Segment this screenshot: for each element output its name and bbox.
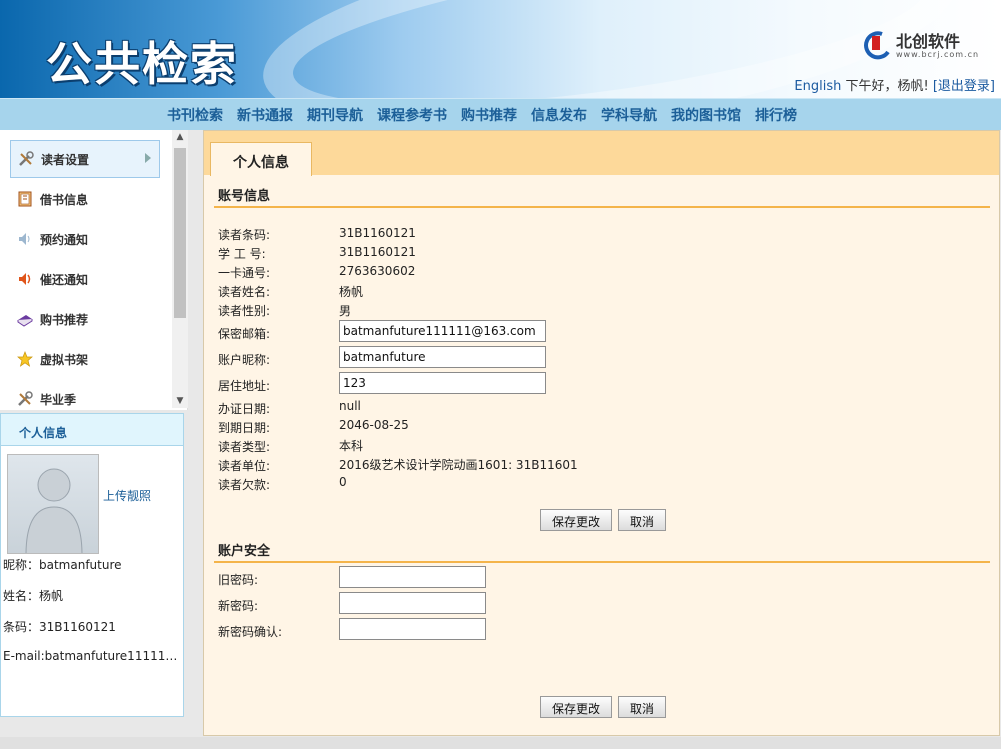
sidebar-item-virtual-shelf[interactable]: 虚拟书架 [10,340,160,378]
sidebar-item-reader-settings[interactable]: 读者设置 [10,140,160,178]
nav-item-search[interactable]: 书刊检索 [167,105,223,125]
confirm-password-field[interactable] [339,618,486,640]
main-content: 个人信息 账号信息 读者条码: 31B1160121 学 工 号: 31B116… [203,130,1000,736]
tab-bar: 个人信息 [204,131,999,176]
tools-icon [16,390,34,408]
sidebar-item-borrow-info[interactable]: 借书信息 [10,180,160,218]
nav-item-subject-nav[interactable]: 学科导航 [601,105,657,125]
scroll-up-icon[interactable]: ▲ [175,132,185,142]
profile-barcode: 条码：31B1160121 [3,620,116,634]
sidebar-item-label: 毕业季 [40,392,77,407]
label-card: 一卡通号: [218,266,271,280]
value-reader-type: 本科 [339,439,364,453]
site-title: 公共检索 [46,37,238,91]
user-bar: English 下午好，杨帆! [退出登录] [794,75,995,94]
sidebar-item-book-recommend[interactable]: 购书推荐 [10,300,160,338]
profile-email: E-mail:batmanfuture111111... [3,649,181,663]
english-link[interactable]: English [794,79,841,94]
value-expire-date: 2046-08-25 [339,418,409,432]
speaker-icon [16,230,34,248]
brand-logo: 北创软件 www.bcrj.com.cn [860,28,980,64]
brand-logo-icon [864,31,890,60]
tools-icon [17,150,35,168]
sidebar-item-reservation[interactable]: 预约通知 [10,220,160,258]
nav-item-new-books[interactable]: 新书通报 [237,105,293,125]
loud-speaker-icon [16,270,34,288]
sidebar-item-label: 虚拟书架 [40,352,89,367]
bottom-strip [0,737,1001,749]
email-field[interactable] [339,320,546,342]
nav-item-my-library[interactable]: 我的图书馆 [671,105,741,125]
sidebar-item-label: 预约通知 [40,232,89,247]
label-nickname: 账户昵称: [218,353,271,367]
nav-item-rankings[interactable]: 排行榜 [755,105,797,125]
label-debt: 读者欠款: [218,478,271,492]
sidebar-menu: 读者设置 借书信息 预约通知 催还通知 购书推荐 虚拟书架 毕业季 [0,130,188,410]
brand-url: www.bcrj.com.cn [896,50,980,59]
save-password-button[interactable]: 保存更改 [540,696,612,718]
sidebar-scrollbar[interactable]: ▲ ▼ [172,130,188,408]
label-name: 读者姓名: [218,285,271,299]
label-address: 居住地址: [218,379,271,393]
upload-photo-link[interactable]: 上传靓照 [103,487,151,504]
scroll-down-icon[interactable]: ▼ [175,396,185,406]
sidebar-item-overdue[interactable]: 催还通知 [10,260,160,298]
nav-item-course-books[interactable]: 课程参考书 [377,105,447,125]
section-title-security: 账户安全 [218,544,271,559]
tab-personal-info[interactable]: 个人信息 [210,142,312,176]
nav-item-purchase-recommend[interactable]: 购书推荐 [461,105,517,125]
section-divider [214,206,990,208]
section-divider [214,561,990,563]
sidebar-item-label: 借书信息 [40,192,89,207]
avatar [7,454,99,554]
star-icon [16,350,34,368]
sidebar-item-label: 购书推荐 [40,312,89,327]
cancel-password-button[interactable]: 取消 [618,696,666,718]
scrollbar-thumb[interactable] [174,148,186,318]
new-password-field[interactable] [339,592,486,614]
value-debt: 0 [339,475,347,489]
nav-item-journals[interactable]: 期刊导航 [307,105,363,125]
profile-panel-title: 个人信息 [1,414,183,446]
default-avatar-icon [25,468,83,553]
logout-link[interactable]: [退出登录] [933,79,995,94]
profile-name: 姓名：杨帆 [3,589,64,603]
value-name: 杨帆 [339,285,364,299]
label-email: 保密邮箱: [218,327,271,341]
old-password-field[interactable] [339,566,486,588]
label-new-password: 新密码: [218,599,259,613]
nav-item-announcements[interactable]: 信息发布 [531,105,587,125]
cancel-button[interactable]: 取消 [618,509,666,531]
address-field[interactable] [339,372,546,394]
main-nav: 书刊检索 新书通报 期刊导航 课程参考书 购书推荐 信息发布 学科导航 我的图书… [0,98,1001,130]
label-confirm-password: 新密码确认: [218,625,283,639]
label-student-id: 学 工 号: [218,247,266,261]
header-banner: 公共检索 北创软件 www.bcrj.com.cn English 下午好，杨帆… [0,0,1001,98]
chevron-right-icon [145,153,151,163]
label-reader-unit: 读者单位: [218,459,271,473]
section-title-account: 账号信息 [218,189,271,204]
value-issue-date: null [339,399,361,413]
brand-name: 北创软件 [896,32,961,51]
value-reader-unit: 2016级艺术设计学院动画1601: 31B11601 [339,458,578,472]
save-button[interactable]: 保存更改 [540,509,612,531]
profile-panel: 个人信息 上传靓照 昵称：batmanfuture 姓名：杨帆 条码：31B11… [0,413,184,717]
label-expire-date: 到期日期: [218,421,271,435]
label-issue-date: 办证日期: [218,402,271,416]
value-barcode: 31B1160121 [339,226,416,240]
label-old-password: 旧密码: [218,573,259,587]
greeting-text: 下午好，杨帆! [845,79,929,94]
value-gender: 男 [339,304,352,318]
label-reader-type: 读者类型: [218,440,271,454]
sidebar-item-label: 读者设置 [41,152,90,167]
purple-book-icon [16,310,34,328]
profile-nickname: 昵称：batmanfuture [3,558,122,572]
sidebar-item-label: 催还通知 [40,272,89,287]
value-student-id: 31B1160121 [339,245,416,259]
nickname-field[interactable] [339,346,546,368]
label-gender: 读者性别: [218,304,271,318]
value-card: 2763630602 [339,264,416,278]
label-barcode: 读者条码: [218,228,271,242]
book-icon [16,190,34,208]
